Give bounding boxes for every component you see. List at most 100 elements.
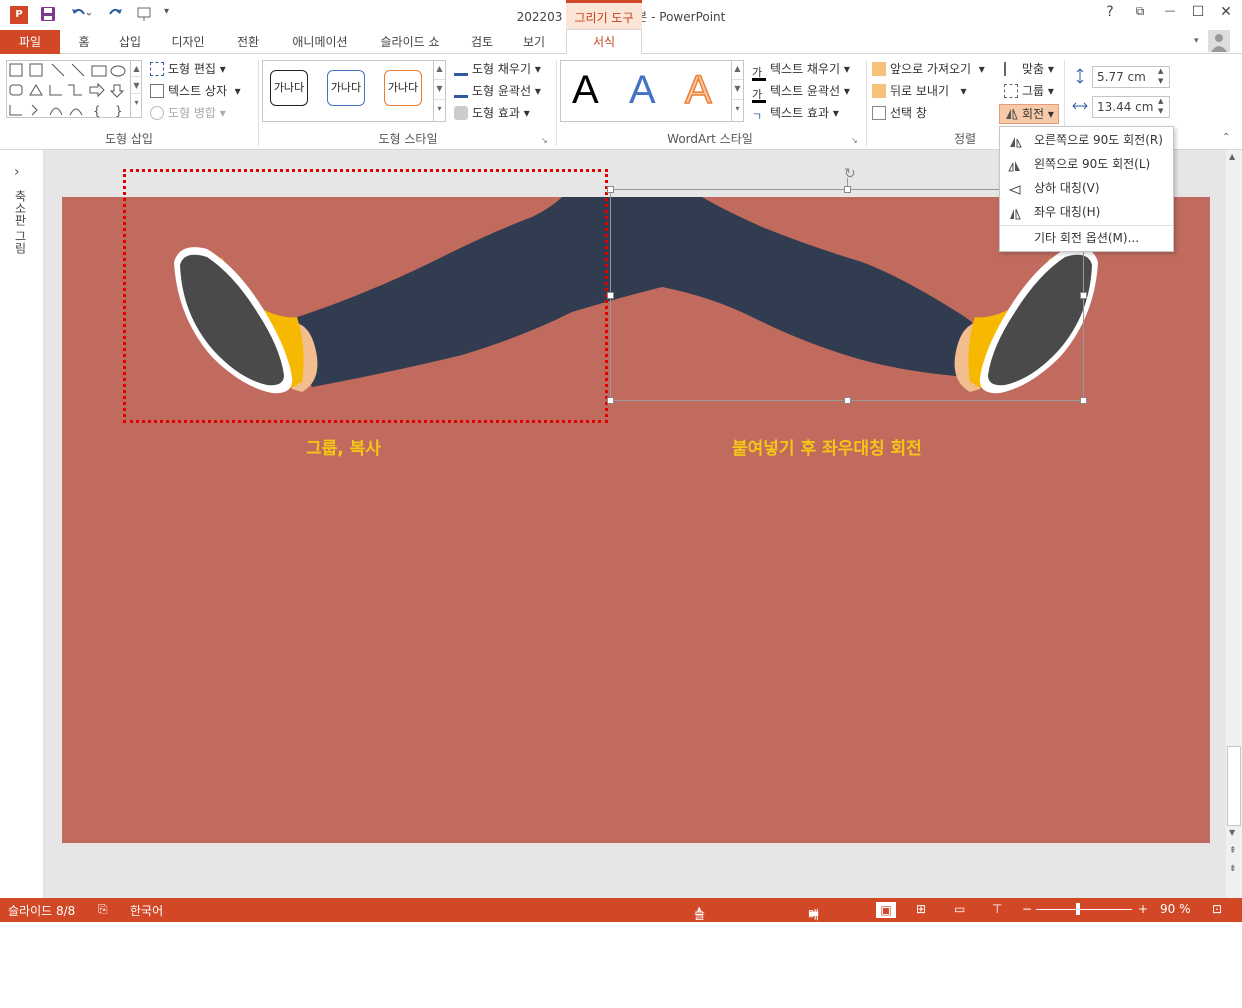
shape-fill-button[interactable]: 도형 채우기 ▾ [454,60,541,78]
tab-slideshow[interactable]: 슬라이드 쇼 [368,30,452,54]
bring-forward-button[interactable]: 앞으로 가져오기 ▾ [872,60,985,78]
send-backward-button[interactable]: 뒤로 보내기 ▾ [872,82,966,100]
shape-style-1[interactable]: 가나다 [270,70,308,106]
resize-handle[interactable] [1080,397,1087,404]
shape-effects-icon [454,106,468,120]
edit-shape-button[interactable]: 도형 편집 ▾ [150,60,226,78]
selection-pane-button[interactable]: 선택 창 [872,104,927,122]
rotation-handle-icon[interactable]: ↻ [844,166,856,182]
zoom-slider-track[interactable] [1036,909,1132,910]
resize-handle[interactable] [1080,292,1087,299]
minimize-button[interactable]: — [1156,4,1184,26]
shapes-gallery-scroll[interactable]: ▲ ▼ ▾ [130,60,142,118]
insert-shapes-group-label: 도형 삽입 [105,132,153,146]
wordart-scroll[interactable]: ▲ ▼ ▾ [731,60,743,122]
ribbon-display-options-button[interactable]: ⧉ [1126,4,1154,26]
tab-transitions[interactable]: 전환 [226,30,270,54]
group-icon [1004,84,1018,98]
user-avatar[interactable] [1208,30,1230,52]
resize-handle[interactable] [844,397,851,404]
scroll-thumb[interactable] [1227,746,1241,826]
selection-pane-icon [872,106,886,120]
resize-handle[interactable] [844,186,851,193]
tab-insert[interactable]: 삽입 [108,30,152,54]
maximize-button[interactable]: ☐ [1184,4,1212,26]
resize-handle[interactable] [607,186,614,193]
status-bar: 슬라이드 8/8 ⎘ 한국어 ≙ 슬라이드 노트 ▬ 메모 ▣ ⊞ ▭ ⊤ − … [0,898,1242,1007]
resize-handle[interactable] [607,292,614,299]
shape-styles-scroll[interactable]: ▲ ▼ ▾ [433,60,445,122]
slideshow-view-icon[interactable]: ⊤ [992,902,1002,916]
svg-text:{: { [93,104,101,118]
slide-counter: 슬라이드 8/8 [8,904,76,918]
zoom-slider-thumb[interactable] [1076,903,1080,915]
flip-horizontal-icon [1008,205,1022,220]
thumbnails-label: 축소판 그림 [13,190,27,254]
tab-format[interactable]: 서식 [566,29,642,54]
group-separator [556,60,557,146]
wordart-style-blue[interactable]: A [629,68,656,112]
expand-thumbnails-icon[interactable]: › [14,164,20,180]
width-spinner-icon[interactable]: ▲ ▼ [1158,96,1163,116]
reading-view-icon[interactable]: ▭ [954,902,965,916]
caption-group-copy[interactable]: 그룹, 복사 [306,434,381,459]
group-button[interactable]: 그룹 ▾ [1004,82,1054,100]
collapse-ribbon-icon[interactable]: ⌃ [1222,132,1230,143]
language-indicator[interactable]: 한국어 [130,902,163,919]
text-box-button[interactable]: 텍스트 상자 ▾ [150,82,241,100]
text-effects-icon: ㄱ [752,110,763,123]
shapes-gallery-icons: {} [9,63,126,118]
close-button[interactable]: ✕ [1212,4,1240,26]
menu-item-rotate-left-90[interactable]: 왼쪽으로 90도 회전(L) [1000,152,1173,176]
thumbnail-pane-collapsed[interactable]: › 축소판 그림 [0,150,44,898]
account-dropdown-icon[interactable]: ▾ [1194,36,1199,46]
slide-sorter-icon[interactable]: ⊞ [916,902,926,916]
flip-vertical-icon [1008,181,1022,195]
vertical-scrollbar[interactable]: ▲ ▼ ⇞ ⇟ [1226,150,1242,898]
rotate-button[interactable]: 회전 ▾ [999,104,1059,124]
zoom-in-icon[interactable]: + [1138,902,1148,916]
tab-file[interactable]: 파일 [0,30,60,54]
shape-width-icon [1072,98,1088,114]
help-button[interactable]: ? [1096,4,1124,26]
merge-shapes-icon [150,106,164,120]
shape-effects-button[interactable]: 도형 효과 ▾ [454,104,530,122]
fit-to-window-icon[interactable]: ⊡ [1212,902,1222,916]
height-spinner-icon[interactable]: ▲ ▼ [1158,66,1163,86]
tab-review[interactable]: 검토 [460,30,504,54]
wordart-style-orange[interactable]: A [684,67,712,113]
next-slide-icon[interactable]: ⇟ [1229,864,1237,874]
shape-outline-button[interactable]: 도형 윤곽선 ▾ [454,82,541,100]
normal-view-icon[interactable]: ▣ [876,902,896,918]
menu-item-flip-vertical[interactable]: 상하 대칭(V) [1000,176,1173,200]
scroll-down-icon[interactable]: ▼ [1229,828,1235,837]
shapes-gallery[interactable]: {} [6,60,142,118]
tab-animations[interactable]: 애니메이션 [280,30,360,54]
edit-shape-icon [150,62,164,76]
tab-design[interactable]: 디자인 [160,30,216,54]
spelling-check-icon[interactable]: ⎘ [98,902,108,917]
resize-handle[interactable] [607,397,614,404]
align-button[interactable]: 맞춤 ▾ [1004,60,1054,78]
shape-style-3[interactable]: 가나다 [384,70,422,106]
text-fill-button[interactable]: 가 텍스트 채우기 ▾ [752,60,850,81]
previous-slide-icon[interactable]: ⇞ [1229,846,1237,856]
text-outline-button[interactable]: 가 텍스트 윤곽선 ▾ [752,82,850,103]
caption-paste-flip[interactable]: 붙여넣기 후 좌우대칭 회전 [732,434,922,459]
scroll-up-icon[interactable]: ▲ [1229,152,1235,161]
menu-item-flip-horizontal[interactable]: 좌우 대칭(H) [1000,200,1173,224]
zoom-out-icon[interactable]: − [1022,902,1032,916]
tab-view[interactable]: 보기 [512,30,556,54]
menu-item-more-rotation-options[interactable]: 기타 회전 옵션(M)... [1000,226,1173,250]
text-effects-button[interactable]: ㄱ 텍스트 효과 ▾ [752,104,839,123]
menu-item-rotate-right-90[interactable]: 오른쪽으로 90도 회전(R) [1000,128,1173,152]
tab-home[interactable]: 홈 [66,30,102,54]
paint-bucket-icon [454,62,468,76]
shape-styles-dialog-launcher-icon[interactable]: ↘ [541,136,548,145]
wordart-style-black[interactable]: A [572,68,599,112]
zoom-level[interactable]: 90 % [1160,902,1191,916]
shape-style-2[interactable]: 가나다 [327,70,365,106]
text-fill-icon: 가 [752,67,766,81]
rotate-left-icon [1008,157,1022,172]
wordart-dialog-launcher-icon[interactable]: ↘ [851,136,858,145]
